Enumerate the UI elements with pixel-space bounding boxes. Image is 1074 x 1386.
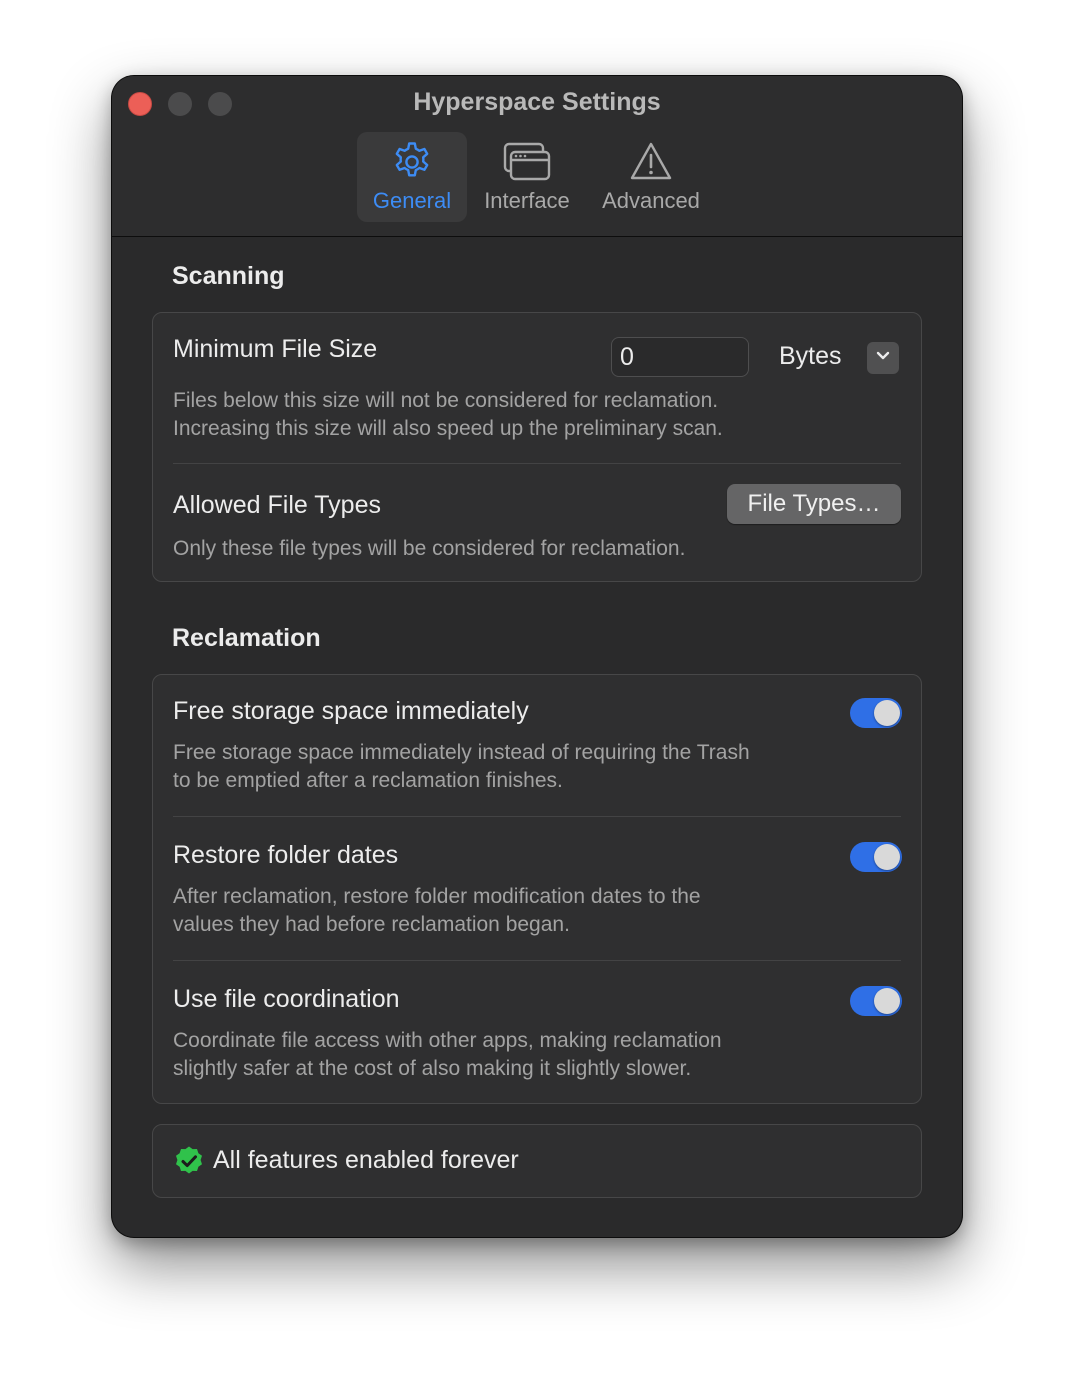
windows-icon [474,140,580,184]
tab-label-advanced: Advanced [602,188,700,213]
divider [173,463,901,464]
toggle-knob [874,844,900,870]
free-storage-toggle[interactable] [850,698,902,728]
min-file-size-description: Files below this size will not be consid… [173,389,723,440]
chevron-down-icon [875,349,891,367]
reclamation-group: Free storage space immediately Free stor… [152,674,922,1104]
divider [173,816,901,817]
allowed-file-types-description: Only these file types will be considered… [173,537,686,560]
scanning-group: Minimum File Size Bytes Files below this… [152,312,922,582]
section-title-reclamation: Reclamation [172,624,321,652]
restore-folder-dates-title: Restore folder dates [173,841,399,869]
file-coordination-title: Use file coordination [173,985,400,1013]
file-coordination-description: Coordinate file access with other apps, … [173,1029,722,1080]
section-title-scanning: Scanning [172,262,285,290]
toggle-knob [874,988,900,1014]
tab-general[interactable]: General [357,132,467,222]
tab-label-interface: Interface [484,188,570,213]
divider [173,960,901,961]
toolbar: Hyperspace Settings General Interface Ad… [112,76,962,237]
restore-folder-dates-description: After reclamation, restore folder modifi… [173,885,701,936]
size-unit-dropdown[interactable] [867,342,899,374]
window-title: Hyperspace Settings [413,88,661,116]
checkmark-seal-icon [173,1145,205,1177]
license-status-group: All features enabled forever [152,1124,922,1198]
file-types-button[interactable]: File Types… [727,484,901,524]
file-coordination-toggle[interactable] [850,986,902,1016]
license-status-text: All features enabled forever [213,1146,519,1174]
tab-interface[interactable]: Interface [474,132,580,222]
tab-advanced[interactable]: Advanced [593,132,709,222]
size-unit-label[interactable]: Bytes [779,342,842,371]
toggle-knob [874,700,900,726]
warning-icon [593,140,709,184]
allowed-file-types-title: Allowed File Types [173,491,381,519]
settings-window: Hyperspace Settings General Interface Ad… [112,76,962,1237]
free-storage-description: Free storage space immediately instead o… [173,741,750,792]
free-storage-title: Free storage space immediately [173,697,529,725]
gear-icon [357,140,467,184]
tab-label-general: General [372,188,452,213]
restore-folder-dates-toggle[interactable] [850,842,902,872]
min-file-size-title: Minimum File Size [173,335,378,363]
min-file-size-input[interactable] [611,337,749,377]
